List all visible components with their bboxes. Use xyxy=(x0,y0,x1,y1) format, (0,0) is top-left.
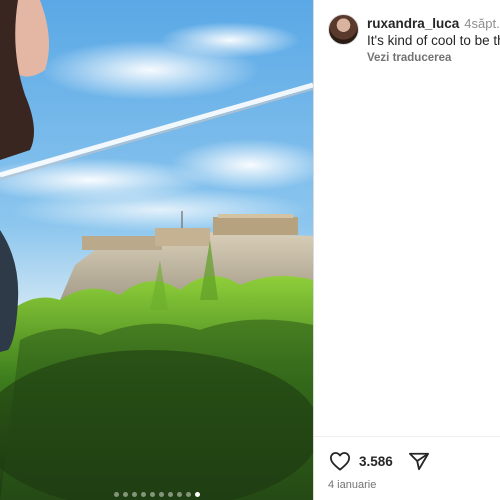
like-button[interactable] xyxy=(328,449,352,473)
comment-text: It's kind of cool to be th xyxy=(367,33,500,48)
comment-header: ruxandra_luca 4săpt. xyxy=(367,16,500,31)
carousel-dot xyxy=(113,491,119,497)
post-actions: 3.586 xyxy=(328,448,431,474)
carousel-dot xyxy=(176,491,182,497)
post-date[interactable]: 4 ianuarie xyxy=(328,479,376,491)
avatar[interactable] xyxy=(328,14,359,45)
carousel-dot-active xyxy=(194,491,200,497)
carousel-indicator xyxy=(0,490,313,498)
paper-plane-icon xyxy=(408,452,429,471)
carousel-dot xyxy=(140,491,146,497)
carousel-dot xyxy=(149,491,155,497)
see-translation-link[interactable]: Vezi traducerea xyxy=(367,52,451,64)
username-link[interactable]: ruxandra_luca xyxy=(367,16,459,31)
divider xyxy=(314,436,500,437)
share-button[interactable] xyxy=(407,449,431,473)
acropolis-photo-illustration xyxy=(0,0,313,500)
likes-count[interactable]: 3.586 xyxy=(359,454,393,469)
carousel-dot xyxy=(158,491,164,497)
post-photo[interactable] xyxy=(0,0,313,500)
heart-icon xyxy=(329,452,350,471)
post-details-panel: ruxandra_luca 4săpt. It's kind of cool to… xyxy=(313,0,500,500)
carousel-dot xyxy=(122,491,128,497)
carousel-dot xyxy=(131,491,137,497)
caption-comment: ruxandra_luca 4săpt. It's kind of cool to… xyxy=(328,14,500,64)
comment-time[interactable]: 4săpt. xyxy=(464,16,499,31)
carousel-dot xyxy=(185,491,191,497)
carousel-dot xyxy=(167,491,173,497)
